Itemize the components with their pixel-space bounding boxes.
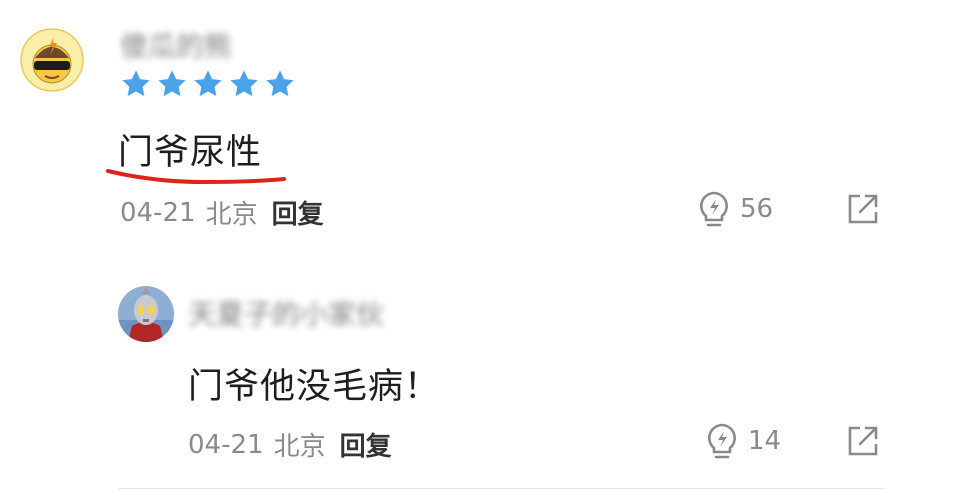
reply-username[interactable]: 天夏子的小家伙: [188, 298, 384, 331]
star-icon: [158, 70, 186, 97]
star-icon: [266, 70, 294, 97]
reply-avatar[interactable]: [118, 286, 174, 342]
divider: [118, 488, 884, 489]
red-underline-annotation: [106, 169, 286, 185]
star-icon: [122, 70, 150, 97]
robot-hero-avatar-icon: [118, 286, 174, 342]
like-button[interactable]: 56: [696, 190, 773, 228]
comment-meta: 04-21 北京 回复: [120, 194, 324, 231]
reply-location: 北京: [273, 432, 326, 462]
star-icon: [194, 70, 222, 97]
reply-like-count: 14: [748, 426, 782, 456]
comment-username[interactable]: 傻瓜的熊: [120, 30, 232, 63]
reply-button[interactable]: 回复: [272, 194, 324, 231]
rating-stars: [120, 68, 296, 100]
star-icon: [230, 70, 258, 97]
comment-location: 北京: [205, 200, 258, 230]
reply-like-button[interactable]: 14: [704, 422, 781, 460]
lightbulb-icon: [708, 423, 736, 459]
sunglasses-avatar-icon: [20, 28, 84, 92]
lightbulb-icon: [700, 191, 728, 227]
comment-avatar[interactable]: [20, 28, 84, 92]
comment-date: 04-21: [120, 197, 196, 228]
share-icon[interactable]: [846, 424, 880, 458]
like-count: 56: [740, 194, 774, 224]
share-icon[interactable]: [846, 192, 880, 226]
reply-text: 门爷他没毛病！: [188, 367, 441, 407]
reply-meta: 04-21 北京 回复: [188, 426, 392, 463]
reply-date: 04-21: [188, 429, 264, 460]
reply-reply-button[interactable]: 回复: [340, 426, 392, 463]
